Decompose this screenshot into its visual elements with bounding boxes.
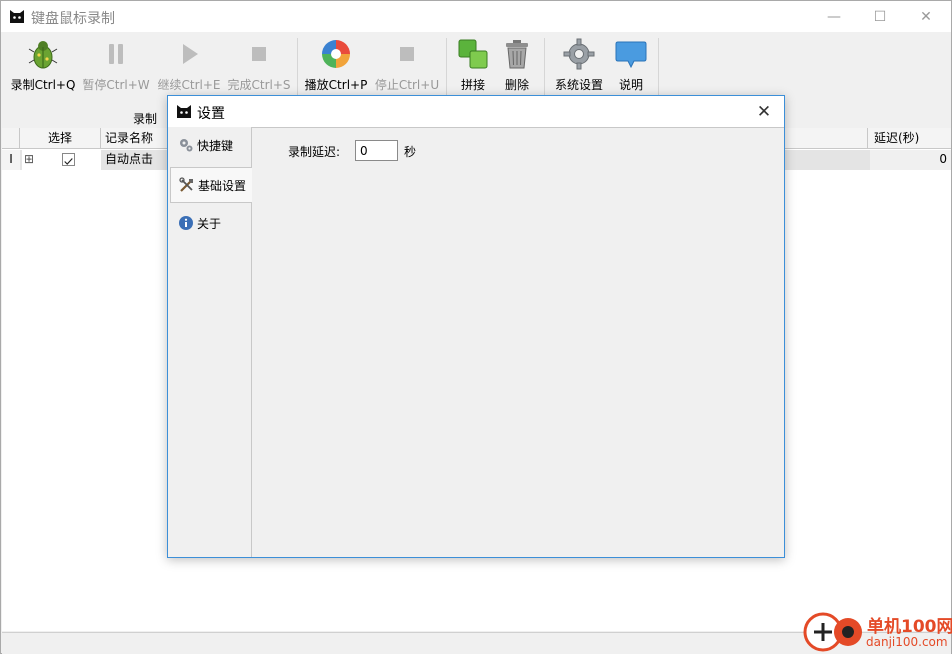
- app-title: 键盘鼠标录制: [31, 11, 115, 27]
- pause-icon: [109, 44, 123, 64]
- maximize-button[interactable]: ☐: [857, 1, 903, 32]
- select-cell: [36, 150, 101, 170]
- play-icon: [183, 44, 198, 64]
- toolbar-separator: [658, 38, 659, 96]
- system-settings-button[interactable]: 系统设置: [552, 38, 606, 98]
- minimize-button[interactable]: —: [811, 1, 857, 32]
- delete-label: 删除: [504, 78, 529, 92]
- cat-app-icon: [10, 10, 24, 23]
- record-delay-cell: 0: [870, 150, 951, 170]
- finish-button[interactable]: 完成Ctrl+S: [227, 38, 291, 98]
- tab-about-label: 关于: [197, 216, 222, 231]
- expand-toggle-icon[interactable]: ⊞: [22, 150, 36, 170]
- gears-icon: [180, 139, 193, 152]
- watermark-logo-icon: [803, 612, 862, 652]
- tab-about[interactable]: 关于: [170, 205, 250, 241]
- toolbar-separator: [446, 38, 447, 96]
- settings-tab-list: 快捷键 基础设置 关于: [168, 127, 252, 557]
- record-label: 录制Ctrl+Q: [10, 78, 76, 92]
- color-disc-icon: [322, 40, 350, 68]
- tab-hotkeys[interactable]: 快捷键: [170, 127, 250, 163]
- record-delay-unit: 秒: [404, 145, 417, 159]
- tab-basic-settings-label: 基础设置: [198, 178, 247, 193]
- row-index-header: [2, 128, 20, 149]
- playback-button[interactable]: 播放Ctrl+P: [305, 38, 367, 98]
- merge-icon: [458, 39, 488, 69]
- watermark-url: danji100.com: [866, 635, 948, 649]
- tab-basic-settings[interactable]: 基础设置: [170, 167, 252, 203]
- bug-icon: [28, 41, 58, 69]
- resume-label: 继续Ctrl+E: [157, 78, 221, 92]
- delay-column-header[interactable]: 延迟(秒): [870, 128, 951, 149]
- row-index: I: [2, 150, 20, 170]
- merge-button[interactable]: 拼接: [455, 38, 491, 98]
- select-column-header[interactable]: 选择: [20, 128, 101, 149]
- toolbar-group-label: 录制: [133, 112, 158, 126]
- select-checkbox[interactable]: [62, 153, 75, 166]
- playback-label: 播放Ctrl+P: [304, 78, 368, 92]
- finish-label: 完成Ctrl+S: [227, 78, 291, 92]
- stop-icon: [400, 47, 414, 61]
- basic-settings-panel: 录制延迟: 秒: [252, 127, 784, 557]
- help-button[interactable]: 说明: [613, 38, 649, 98]
- site-watermark: 单机100网 danji100.com: [800, 610, 952, 654]
- info-icon: [179, 216, 193, 230]
- stop-icon: [252, 47, 266, 61]
- settings-dialog: 设置 ✕ 快捷键 基础设置 关于 录制延迟: 0 秒: [167, 95, 785, 558]
- speech-bubble-icon: [615, 41, 647, 69]
- toolbar-separator: [544, 38, 545, 96]
- system-settings-label: 系统设置: [554, 78, 603, 92]
- dialog-title: 设置: [197, 106, 225, 122]
- merge-label: 拼接: [460, 78, 485, 92]
- dialog-title-bar: 设置 ✕: [168, 96, 784, 127]
- checkmark-icon: [64, 158, 73, 165]
- record-button[interactable]: 录制Ctrl+Q: [11, 38, 75, 98]
- pause-label: 暂停Ctrl+W: [82, 78, 150, 92]
- toolbar-separator: [297, 38, 298, 96]
- stop-label: 停止Ctrl+U: [374, 78, 440, 92]
- tab-hotkeys-label: 快捷键: [197, 138, 234, 153]
- title-bar: 键盘鼠标录制 — ☐ ✕: [1, 1, 951, 32]
- stop-button[interactable]: 停止Ctrl+U: [375, 38, 439, 98]
- pause-button[interactable]: 暂停Ctrl+W: [82, 38, 150, 98]
- watermark-text: 单机100网: [867, 617, 952, 637]
- dialog-close-button[interactable]: ✕: [744, 96, 784, 127]
- record-delay-label: 录制延迟:: [288, 145, 341, 159]
- delete-button[interactable]: 删除: [499, 38, 535, 98]
- trash-icon: [506, 40, 528, 69]
- resume-button[interactable]: 继续Ctrl+E: [157, 38, 221, 98]
- cat-app-icon: [177, 105, 191, 118]
- help-label: 说明: [618, 78, 643, 92]
- close-button[interactable]: ✕: [903, 1, 949, 32]
- gear-icon: [563, 38, 595, 70]
- tools-icon: [179, 177, 193, 192]
- record-delay-input[interactable]: [355, 140, 398, 161]
